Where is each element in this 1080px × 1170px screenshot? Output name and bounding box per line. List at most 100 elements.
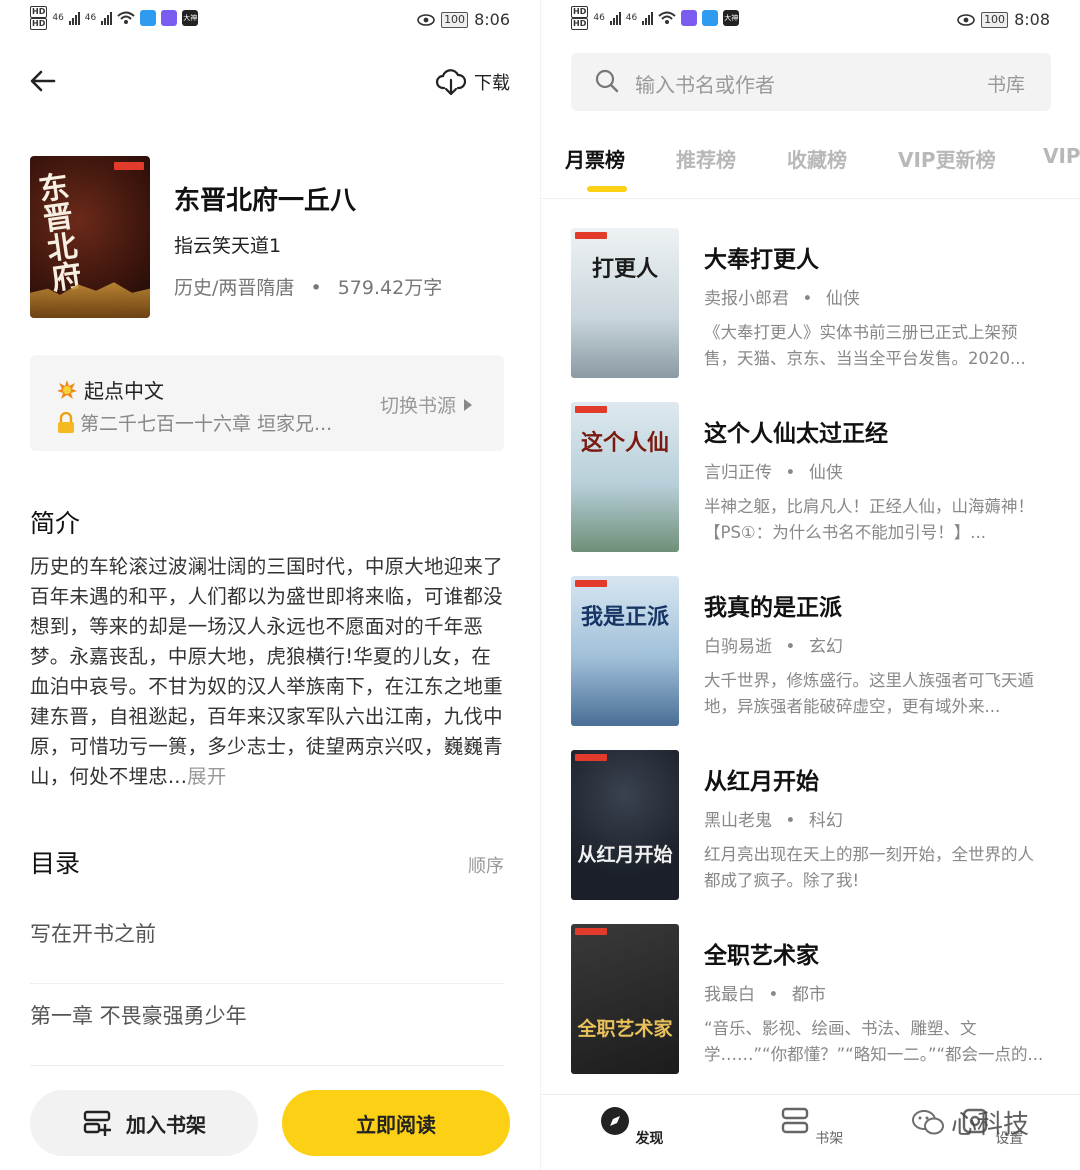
nav-label: 书架 <box>815 1131 844 1147</box>
publisher-tag <box>575 928 607 935</box>
add-to-shelf-button[interactable]: 加入书架 <box>30 1090 258 1156</box>
ranked-book[interactable]: 全职艺术家 全职艺术家 我最白 • 都市 “音乐、影视、绘画、书法、雕塑、文学…… <box>571 924 1051 1076</box>
read-now-label: 立即阅读 <box>356 1112 436 1137</box>
ranked-book[interactable]: 打更人 大奉打更人 卖报小郎君 • 仙侠 《大奉打更人》实体书前三册已正式上架预… <box>571 228 1051 380</box>
book-cover: 从红月开始 <box>571 750 679 900</box>
network-type: 46 <box>52 13 64 23</box>
fire-icon <box>57 379 77 399</box>
download-button[interactable]: 下载 <box>436 68 510 96</box>
network-type: 46 <box>593 13 605 23</box>
book-author: 言归正传 <box>704 463 772 483</box>
tab-vip-update[interactable]: VIP更新榜 <box>898 144 996 173</box>
book-cover: 全职艺术家 <box>571 924 679 1074</box>
book-description: 半神之躯，比肩凡人！正经人仙，山海薅神！【PS①：为什么书名不能加引号！】... <box>704 497 1034 542</box>
network-type: 46 <box>625 13 638 23</box>
search-input[interactable]: 输入书名或作者 <box>635 69 775 98</box>
download-label: 下载 <box>474 73 510 94</box>
watermark-text: 心科技 <box>951 1110 1030 1140</box>
watermark: 心科技 <box>911 1104 1029 1141</box>
publisher-tag <box>575 754 607 761</box>
publisher-tag <box>575 580 607 587</box>
book-detail-screen: HD HD 46 46 大神 100 8:06 下载 东晋北府 东晋北府一丘八 … <box>0 0 540 1170</box>
book-title: 从红月开始 <box>704 769 819 795</box>
tab-monthly-ticket[interactable]: 月票榜 <box>565 144 625 173</box>
book-meta: 言归正传 • 仙侠 <box>704 458 843 483</box>
book-author: 我最白 <box>704 985 755 1005</box>
read-now-button[interactable]: 立即阅读 <box>282 1090 510 1156</box>
app-notification-icon: 大神 <box>182 10 199 26</box>
clock: 8:06 <box>474 10 510 29</box>
wechat-icon <box>912 1109 944 1134</box>
app-notification-icon <box>681 10 698 26</box>
eye-icon <box>957 13 975 26</box>
book-genre: 玄幻 <box>808 637 843 657</box>
status-bar: HD HD 46 46 大神 100 8:06 <box>0 0 540 40</box>
latest-chapter-text: 第二千七百一十六章 垣家兄... <box>80 413 333 435</box>
bookshelf-icon <box>781 1107 808 1134</box>
cover-title: 打更人 <box>591 256 658 282</box>
nav-discover[interactable]: 发现 <box>591 1105 671 1148</box>
app-notification-icon <box>140 10 157 26</box>
ranked-book[interactable]: 从红月开始 从红月开始 黑山老鬼 • 科幻 红月亮出现在天上的那一刻开始，全世界… <box>571 750 1051 902</box>
publisher-tag <box>575 232 607 239</box>
book-description: “音乐、影视、绘画、书法、雕塑、文学……”“你都懂？”“略知一二。”“都会一点的… <box>704 1019 1044 1064</box>
book-cover: 东晋北府 <box>30 156 150 318</box>
book-genre: 仙侠 <box>825 289 860 309</box>
book-cover: 这个人仙 <box>571 402 679 552</box>
meta-separator: • <box>785 463 796 483</box>
cover-title: 从红月开始 <box>577 844 673 866</box>
toc-item[interactable]: 第一章 不畏豪强勇少年 <box>30 984 504 1066</box>
compass-icon <box>600 1107 629 1135</box>
source-label: 起点中文 <box>84 379 164 403</box>
intro-text[interactable]: 历史的车轮滚过波澜壮阔的三国时代，中原大地迎来了百年未遇的和平，人们都以为盛世即… <box>30 552 506 792</box>
library-link[interactable]: 书库 <box>987 70 1025 97</box>
book-cover: 我是正派 <box>571 576 679 726</box>
book-author[interactable]: 指云笑天道1 <box>174 231 281 258</box>
book-genre: 仙侠 <box>808 463 843 483</box>
meta-separator: • <box>768 985 779 1005</box>
meta-separator: • <box>310 277 322 299</box>
hd-badge: HD HD <box>571 6 589 30</box>
clock: 8:08 <box>1014 10 1050 29</box>
book-meta: 白驹易逝 • 玄幻 <box>704 632 843 657</box>
expand-link[interactable]: 展开 <box>187 765 226 788</box>
tab-favorites[interactable]: 收藏榜 <box>787 144 847 173</box>
toc-item[interactable]: 写在开书之前 <box>30 902 504 984</box>
app-notification-icon <box>161 10 178 26</box>
intro-heading: 简介 <box>30 509 81 538</box>
book-meta: 历史/两晋隋唐 • 579.42万字 <box>174 273 442 300</box>
bookshelf-add-icon <box>83 1110 111 1136</box>
signal-icon <box>642 11 654 25</box>
tab-vip[interactable]: VIP <box>1043 144 1080 168</box>
cover-title: 东晋北府 <box>30 170 83 294</box>
intro-body: 历史的车轮滚过波澜壮阔的三国时代，中原大地迎来了百年未遇的和平，人们都以为盛世即… <box>30 555 503 788</box>
word-count: 579.42万字 <box>337 277 443 299</box>
divider <box>541 198 1080 199</box>
book-category: 历史/两晋隋唐 <box>174 277 295 299</box>
cover-title: 这个人仙 <box>580 430 669 456</box>
cover-title: 全职艺术家 <box>577 1018 673 1040</box>
book-cover: 打更人 <box>571 228 679 378</box>
discover-screen: HD HD 46 46 大神 100 8:08 输入书名或作者 书库 月票榜 推荐… <box>540 0 1080 1170</box>
switch-source-button[interactable]: 切换书源 <box>380 391 472 418</box>
app-notification-icon: 大神 <box>723 10 740 26</box>
tab-recommend[interactable]: 推荐榜 <box>676 144 736 173</box>
chevron-right-icon <box>464 398 472 411</box>
book-description: 红月亮出现在天上的那一刻开始，全世界的人都成了疯子。除了我! <box>704 845 1034 890</box>
nav-label: 发现 <box>635 1131 664 1147</box>
back-arrow-icon[interactable] <box>28 66 58 96</box>
ranked-book[interactable]: 我是正派 我真的是正派 白驹易逝 • 玄幻 大千世界，修炼盛行。这里人族强者可飞… <box>571 576 1051 728</box>
status-bar: HD HD 46 46 大神 100 8:08 <box>541 0 1080 40</box>
source-card[interactable]: 起点中文 第二千七百一十六章 垣家兄... 切换书源 <box>30 355 504 451</box>
search-bar[interactable]: 输入书名或作者 书库 <box>571 53 1051 111</box>
meta-separator: • <box>785 637 796 657</box>
hd-badge: HD HD <box>30 6 48 30</box>
book-genre: 科幻 <box>808 811 843 831</box>
battery-indicator: 100 <box>981 11 1009 28</box>
book-meta: 我最白 • 都市 <box>704 980 826 1005</box>
add-to-shelf-label: 加入书架 <box>126 1112 206 1137</box>
ranked-book[interactable]: 这个人仙 这个人仙太过正经 言归正传 • 仙侠 半神之躯，比肩凡人！正经人仙，山… <box>571 402 1051 554</box>
nav-bookshelf[interactable]: 书架 <box>771 1105 851 1148</box>
ranking-tabs: 月票榜 推荐榜 收藏榜 VIP更新榜 VIP <box>565 144 1080 194</box>
toc-order-toggle[interactable]: 顺序 <box>468 852 504 878</box>
